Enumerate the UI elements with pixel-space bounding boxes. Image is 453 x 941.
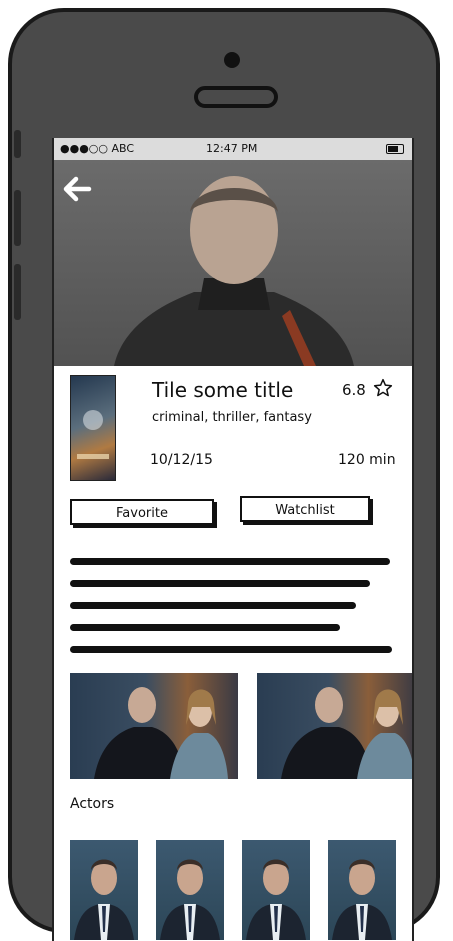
release-date: 10/12/15 (150, 452, 213, 468)
poster-art (77, 410, 109, 459)
battery-icon (386, 144, 404, 154)
mute-switch (14, 130, 21, 158)
actor-portrait (246, 859, 306, 940)
favorite-button[interactable]: Favorite (70, 499, 214, 525)
app-screen: ●●●○○ ABC 12:47 PM Tile some title 6.8 c… (52, 138, 414, 941)
volume-down-button (14, 264, 21, 320)
actors-heading: Actors (70, 796, 115, 812)
watchlist-button[interactable]: Watchlist (240, 496, 370, 522)
front-camera (224, 52, 240, 68)
actor-portrait (160, 859, 220, 940)
status-time: 12:47 PM (206, 142, 258, 155)
movie-title: Tile some title (152, 378, 294, 402)
scene-art (94, 687, 228, 779)
scene-thumbnail[interactable] (257, 673, 412, 779)
scene-art (281, 687, 412, 779)
hero-image (54, 160, 412, 366)
star-outline-icon[interactable] (373, 378, 393, 398)
arrow-left-icon[interactable] (62, 174, 92, 204)
actor-photo[interactable] (328, 840, 396, 940)
movie-genres: criminal, thriller, fantasy (152, 410, 312, 425)
movie-rating: 6.8 (342, 381, 366, 399)
actor-photo[interactable] (156, 840, 224, 940)
earpiece-speaker (194, 86, 278, 108)
actor-portrait (74, 859, 134, 940)
actor-portrait (332, 859, 392, 940)
carrier-signal: ●●●○○ ABC (60, 142, 135, 155)
actor-photo[interactable] (70, 840, 138, 940)
scene-thumbnail[interactable] (70, 673, 238, 779)
actor-photo[interactable] (242, 840, 310, 940)
status-bar: ●●●○○ ABC 12:47 PM (54, 138, 412, 160)
hero-portrait (114, 176, 354, 366)
movie-poster (70, 375, 116, 481)
runtime: 120 min (338, 452, 396, 468)
volume-up-button (14, 190, 21, 246)
